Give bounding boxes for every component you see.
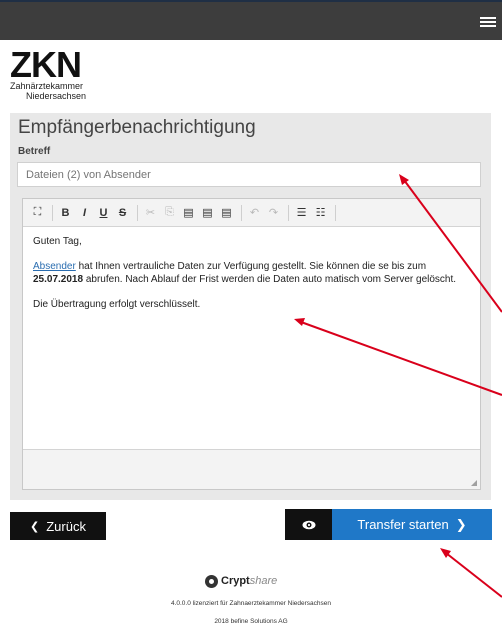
paste-icon[interactable]: ▤ xyxy=(180,204,197,222)
numbered-list-icon[interactable]: ☰ xyxy=(293,204,310,222)
undo-icon[interactable]: ↶ xyxy=(246,204,263,222)
paste-word-icon[interactable]: ▤ xyxy=(218,204,235,222)
cryptshare-logo-crypt: Crypt xyxy=(221,575,250,587)
message-paragraph: Absender hat Ihnen vertrauliche Daten zu… xyxy=(33,260,470,286)
bullet-list-icon[interactable]: ☷ xyxy=(312,204,329,222)
underline-icon[interactable]: U xyxy=(95,204,112,222)
logo-brand: ZKN xyxy=(10,44,82,85)
message-text-part2: abrufen. Nach Ablauf der Frist werden di… xyxy=(83,274,457,285)
message-editor[interactable]: ⛶ B I U S ✂ ⎘ ▤ ▤ ▤ ↶ ↷ ☰ ☷ Guten Tag, A… xyxy=(22,198,481,490)
annotation-arrow-transfer xyxy=(445,552,502,598)
cryptshare-logo-share: share xyxy=(249,575,278,587)
resize-handle[interactable] xyxy=(471,480,477,486)
recipient-notification-panel: Empfängerbenachrichtigung Betreff ⛶ B I … xyxy=(10,113,491,500)
strikethrough-icon[interactable]: S xyxy=(114,204,131,222)
encryption-note: Die Übertragung erfolgt verschlüsselt. xyxy=(33,299,201,310)
toolbar-divider xyxy=(241,204,242,221)
logo-line-1: Zahnärztekammer xyxy=(10,81,84,91)
page-title: Empfängerbenachrichtigung xyxy=(18,117,256,138)
back-button-label: Zurück xyxy=(46,518,86,534)
logo-line-2: Niedersachsen xyxy=(26,91,87,101)
back-button[interactable]: ❮ Zurück xyxy=(10,512,106,540)
cut-icon[interactable]: ✂ xyxy=(142,204,159,222)
bold-icon[interactable]: B xyxy=(57,204,74,222)
editor-content[interactable]: Guten Tag, Absender hat Ihnen vertraulic… xyxy=(23,227,480,449)
toolbar-divider xyxy=(137,204,138,221)
hamburger-icon[interactable] xyxy=(480,17,496,27)
chevron-left-icon: ❮ xyxy=(30,520,40,533)
subject-label: Betreff xyxy=(18,146,51,157)
greeting-text: Guten Tag, xyxy=(33,236,82,247)
editor-statusbar xyxy=(23,449,480,489)
start-transfer-button[interactable]: Transfer starten ❯ xyxy=(332,509,492,540)
start-transfer-label: Transfer starten xyxy=(357,517,449,532)
chevron-right-icon: ❯ xyxy=(455,516,467,532)
toolbar-divider xyxy=(335,204,336,221)
eye-icon xyxy=(302,520,315,529)
zkn-logo: ZKN Zahnärztekammer Niedersachsen xyxy=(10,44,130,109)
sender-link[interactable]: Absender xyxy=(33,261,76,272)
copy-icon[interactable]: ⎘ xyxy=(161,204,178,222)
cryptshare-logo-icon xyxy=(205,574,218,588)
license-text: 4.0.0.0 lizenziert für Zahnaerztekammer … xyxy=(170,600,332,607)
top-navigation-bar xyxy=(0,0,502,40)
toolbar-divider xyxy=(52,204,53,221)
fullscreen-icon[interactable]: ⛶ xyxy=(29,204,46,222)
italic-icon[interactable]: I xyxy=(76,204,93,222)
editor-toolbar: ⛶ B I U S ✂ ⎘ ▤ ▤ ▤ ↶ ↷ ☰ ☷ xyxy=(23,199,480,227)
preview-button[interactable] xyxy=(285,509,332,540)
paste-text-icon[interactable]: ▤ xyxy=(199,204,216,222)
copyright-text: 2018 befine Solutions AG xyxy=(214,618,288,625)
cryptshare-logo: Crypt share xyxy=(205,573,277,589)
message-text-part1: hat Ihnen vertrauliche Daten zur Verfügu… xyxy=(75,261,427,272)
annotation-arrowhead-transfer xyxy=(440,548,451,558)
toolbar-divider xyxy=(288,204,289,221)
subject-input[interactable] xyxy=(17,162,481,187)
expiry-date: 25.07.2018 xyxy=(33,274,84,285)
redo-icon[interactable]: ↷ xyxy=(265,204,282,222)
